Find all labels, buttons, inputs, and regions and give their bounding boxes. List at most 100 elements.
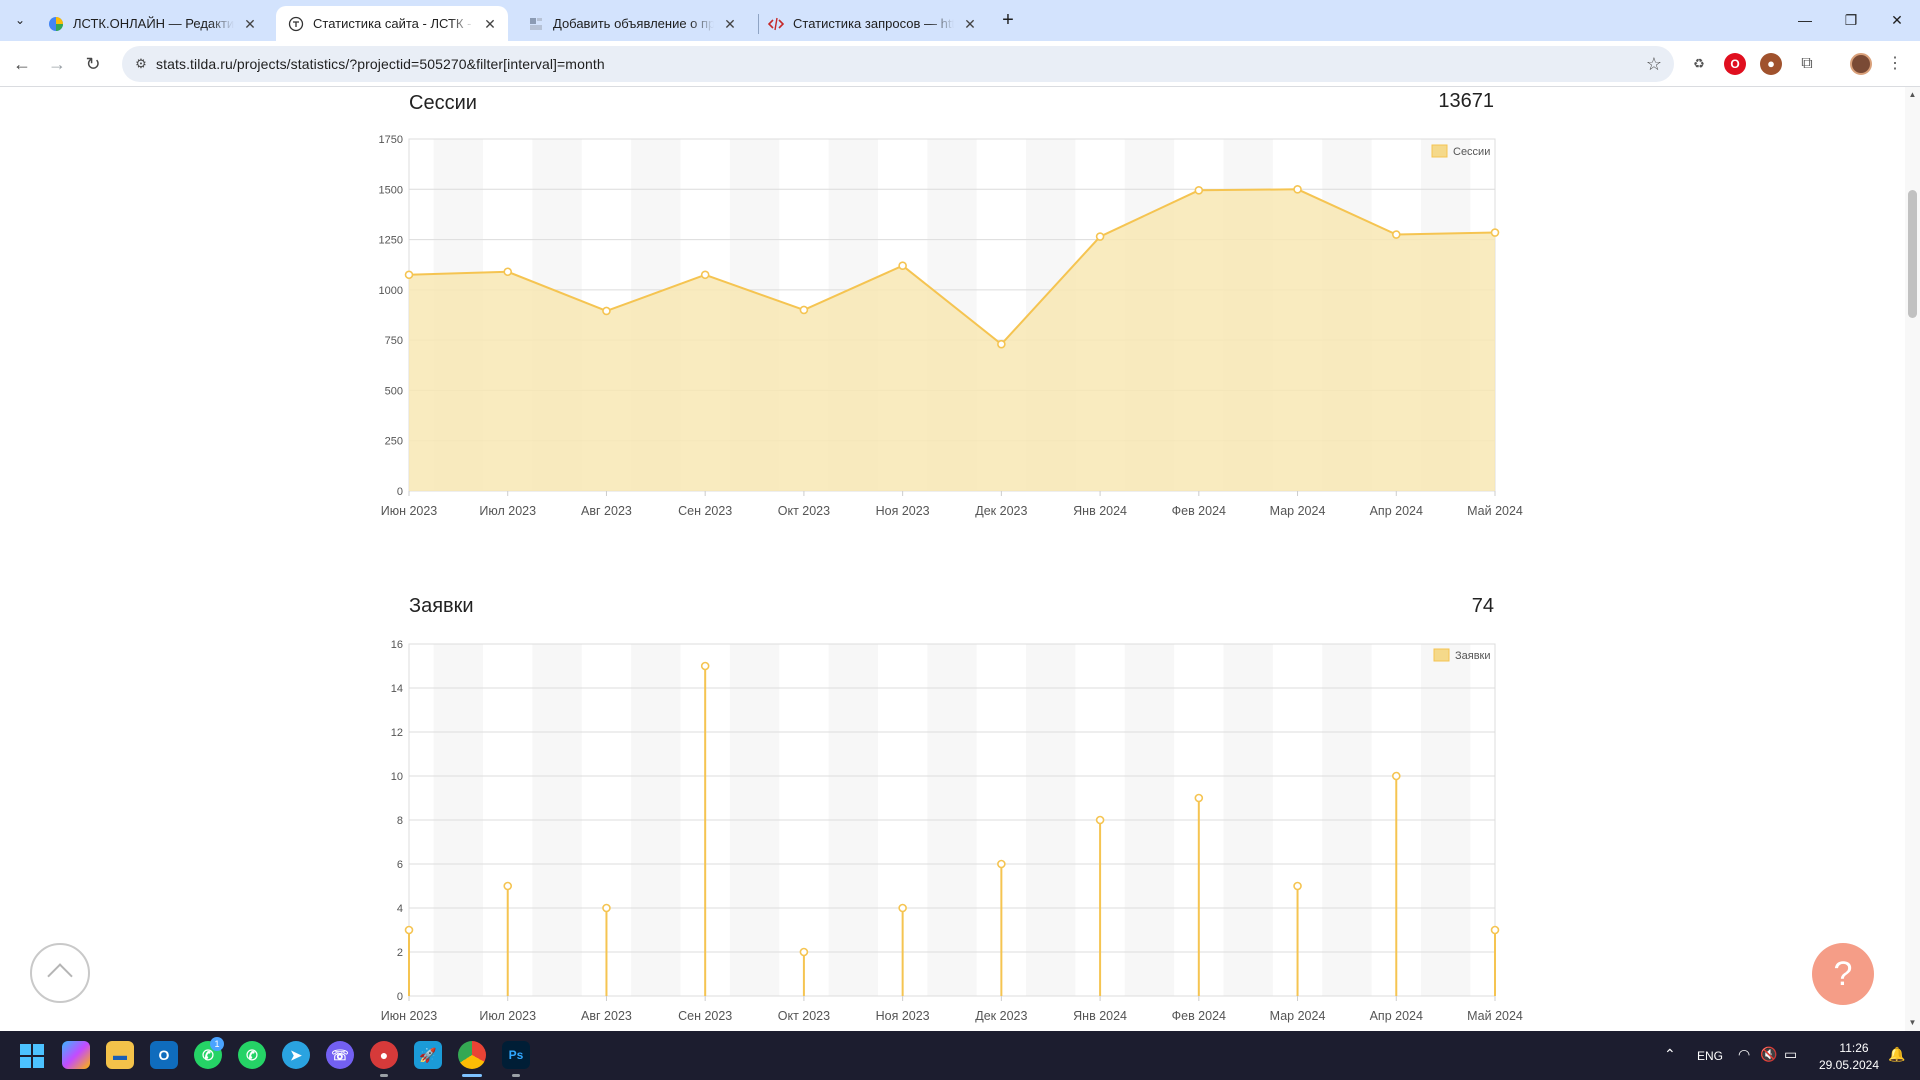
y-tick-label: 14 (391, 683, 403, 695)
data-point (1490, 925, 1500, 935)
scroll-up-arrow-icon[interactable]: ▲ (1905, 89, 1920, 101)
legend-swatch (1433, 648, 1450, 662)
tab-lstk-online[interactable]: ЛСТК.ОНЛАЙН — Редактирование ✕ (36, 6, 268, 41)
data-point (700, 661, 710, 671)
data-point (1095, 815, 1105, 825)
tab-close-icon[interactable]: ✕ (242, 16, 258, 32)
data-point (1391, 771, 1401, 781)
tab-query-stats[interactable]: Статистика запросов — https:// ✕ (756, 6, 988, 41)
windows-start-icon[interactable] (20, 1044, 44, 1068)
tab-title: Добавить объявление о продаже (553, 16, 714, 31)
y-tick-label: 8 (397, 815, 403, 827)
data-point (1293, 881, 1302, 891)
tab-add-listing[interactable]: Добавить объявление о продаже ✕ (516, 6, 748, 41)
close-window-button[interactable]: ✕ (1874, 0, 1920, 40)
language-indicator[interactable]: ENG (1697, 1049, 1723, 1063)
notification-bell-icon[interactable]: 🔔 (1888, 1046, 1905, 1063)
tab-close-icon[interactable]: ✕ (722, 16, 738, 32)
battery-icon[interactable]: ▭ (1784, 1046, 1797, 1063)
outlook-icon[interactable]: O (150, 1041, 178, 1069)
doc-icon (530, 17, 542, 30)
windows-taskbar: ▬ O ✆ 1 ✆ ➤ ☏ ● 🚀 Ps ⌃ ENG ◠ 🔇 ▭ 11:26 2… (0, 1031, 1920, 1080)
x-tick-label: Окт 2023 (778, 1009, 830, 1023)
tab-close-icon[interactable]: ✕ (482, 16, 498, 32)
speaker-muted-icon[interactable]: 🔇 (1760, 1046, 1777, 1063)
menu-kebab-icon[interactable]: ⋮ (1884, 53, 1906, 75)
chrome-icon[interactable] (458, 1041, 486, 1069)
y-tick-label: 2 (397, 947, 403, 959)
url-text[interactable]: stats.tilda.ru/projects/statistics/?proj… (156, 46, 605, 82)
y-tick-label: 10 (391, 771, 403, 783)
active-app-indicator (462, 1074, 482, 1077)
tab-title: ЛСТК.ОНЛАЙН — Редактирование (73, 16, 234, 31)
x-tick-label: Авг 2023 (581, 1009, 632, 1023)
x-tick-label: Мар 2024 (1270, 1009, 1326, 1023)
forward-button[interactable]: → (42, 49, 72, 79)
scroll-down-arrow-icon[interactable]: ▼ (1905, 1017, 1920, 1029)
x-tick-label: Июл 2023 (479, 1009, 536, 1023)
extensions-puzzle-icon[interactable]: ⧉ (1796, 53, 1818, 75)
x-tick-label: Ноя 2023 (876, 1009, 930, 1023)
x-tick-label: Фев 2024 (1172, 1009, 1226, 1023)
tab-title: Статистика сайта - ЛСТК - Tilda (313, 16, 474, 31)
y-tick-label: 4 (397, 903, 403, 915)
address-bar[interactable]: ⚙ stats.tilda.ru/projects/statistics/?pr… (122, 46, 1674, 82)
x-tick-label: Июн 2023 (381, 1009, 438, 1023)
recycle-extension-icon[interactable]: ♻ (1688, 53, 1710, 75)
restore-button[interactable]: ❐ (1828, 0, 1874, 40)
back-button[interactable]: ← (7, 49, 37, 79)
data-point (503, 881, 513, 891)
clock-time[interactable]: 11:26 (1825, 1041, 1883, 1055)
copilot-icon[interactable] (62, 1041, 90, 1069)
tab-strip: ⌄ ЛСТК.ОНЛАЙН — Редактирование ✕ Статист… (0, 0, 1920, 41)
minimize-button[interactable]: — (1782, 0, 1828, 40)
reload-button[interactable]: ↻ (78, 49, 108, 79)
data-point (602, 903, 611, 913)
wifi-icon[interactable]: ◠ (1738, 1046, 1750, 1063)
tab-close-icon[interactable]: ✕ (962, 16, 978, 32)
y-tick-label: 16 (391, 639, 403, 651)
telegram-icon[interactable]: ➤ (282, 1041, 310, 1069)
file-explorer-icon[interactable]: ▬ (106, 1041, 134, 1069)
legend-label: Заявки (1455, 650, 1491, 662)
tilda-icon (288, 16, 304, 31)
opera-extension-icon[interactable]: O (1724, 53, 1746, 75)
chevron-up-icon (47, 963, 73, 989)
chart-legend: Заявки (1433, 648, 1491, 662)
scrollbar-thumb[interactable] (1908, 190, 1917, 318)
running-indicator (380, 1074, 388, 1077)
tab-title: Статистика запросов — https:// (793, 16, 954, 31)
bookmark-star-icon[interactable]: ☆ (1646, 46, 1662, 82)
page-scrollbar[interactable]: ▲ ▼ (1905, 87, 1920, 1031)
rocket-app-icon[interactable]: 🚀 (414, 1041, 442, 1069)
whatsapp-business-icon[interactable]: ✆ (238, 1041, 266, 1069)
data-point (898, 903, 907, 913)
y-tick-label: 0 (397, 991, 403, 1003)
tab-tilda-stats[interactable]: Статистика сайта - ЛСТК - Tilda ✕ (276, 6, 508, 41)
new-tab-button[interactable]: + (995, 8, 1021, 34)
data-point (799, 947, 809, 957)
x-tick-label: Дек 2023 (975, 1009, 1027, 1023)
site-info-icon[interactable]: ⚙ (132, 55, 150, 73)
y-axis: 0 2 4 6 8 10 12 14 16 (391, 639, 403, 1003)
x-axis: Июн 2023 Июл 2023 Авг 2023 Сен 2023 Окт 2023… (381, 996, 1523, 1023)
help-button[interactable]: ? (1812, 943, 1874, 1005)
y-tick-label: 12 (391, 727, 403, 739)
tab-search-icon[interactable]: ⌄ (9, 9, 31, 31)
x-tick-label: Апр 2024 (1370, 1009, 1423, 1023)
scroll-to-top-button[interactable] (30, 943, 90, 1003)
requests-chart: 0 2 4 6 8 10 12 14 16 Июн 2023 Июл 2023 Авг 2023 Се… (381, 639, 1523, 1023)
code-icon (768, 17, 784, 30)
avatar[interactable] (1850, 53, 1872, 75)
viber-icon[interactable]: ☏ (326, 1041, 354, 1069)
game-app-icon[interactable]: ● (370, 1041, 398, 1069)
x-tick-label: Май 2024 (1467, 1009, 1523, 1023)
data-point (404, 925, 414, 935)
tray-chevron-up-icon[interactable]: ⌃ (1664, 1046, 1676, 1063)
profile-extension-icon[interactable]: ● (1760, 53, 1782, 75)
clock-date[interactable]: 29.05.2024 (1815, 1058, 1883, 1072)
data-point (997, 859, 1006, 869)
x-tick-label: Янв 2024 (1073, 1009, 1127, 1023)
whatsapp-badge: 1 (210, 1037, 224, 1051)
photoshop-icon[interactable]: Ps (502, 1041, 530, 1069)
